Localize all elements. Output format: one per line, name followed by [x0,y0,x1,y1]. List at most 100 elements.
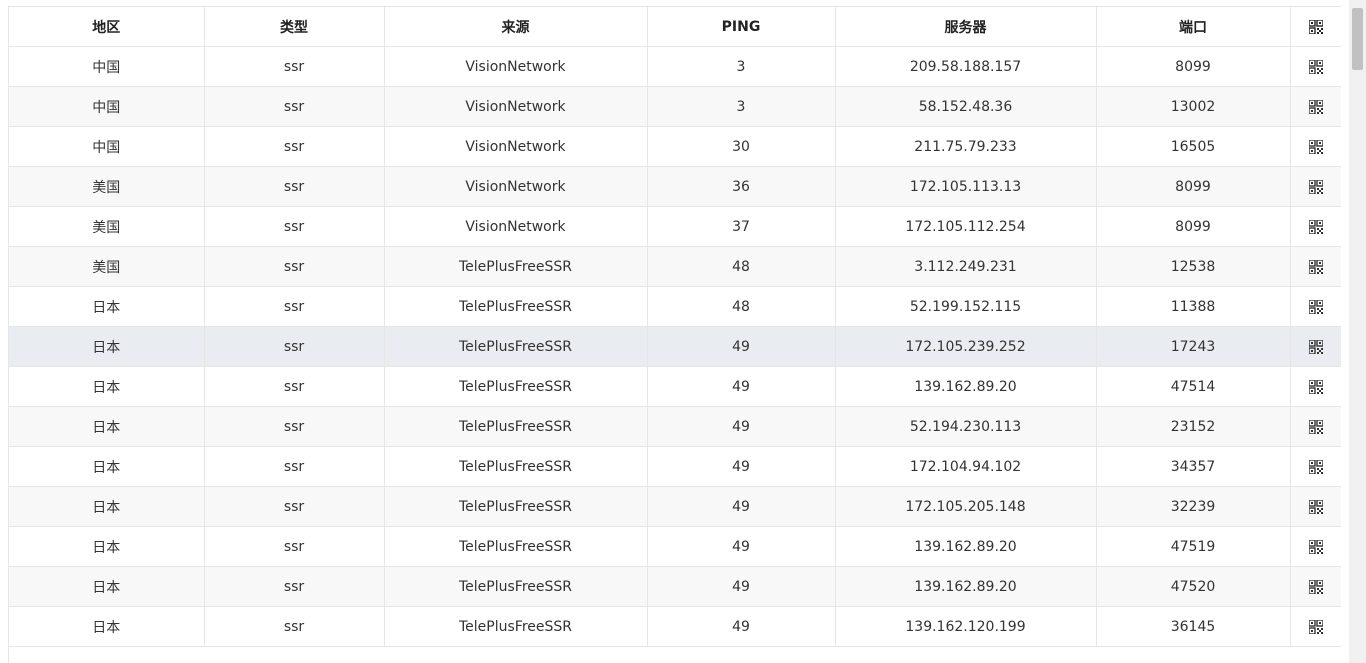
table-row[interactable]: 美国 ssr TelePlusFreeSSR 48 3.112.249.231 12538 [9,246,1341,287]
table-row[interactable]: 中国 ssr VisionNetwork 3 209.58.188.157 8099 [9,46,1341,87]
cell-port: 8099 [1096,46,1291,87]
qr-code-icon[interactable] [1308,339,1323,354]
cell-port: 13002 [1096,86,1291,127]
cell-region: 美国 [9,246,205,287]
cell-qr[interactable] [1290,606,1341,647]
cell-qr[interactable] [1290,526,1341,567]
qr-code-icon[interactable] [1308,379,1323,394]
qr-code-icon[interactable] [1308,59,1323,74]
cell-source: VisionNetwork [384,166,648,207]
column-header-source[interactable]: 来源 [384,7,648,47]
cell-ping: 49 [647,326,836,367]
scroll-down-arrow[interactable] [1349,655,1366,663]
cell-qr[interactable] [1290,366,1341,407]
column-header-ping[interactable]: PING [647,7,836,47]
qr-code-icon[interactable] [1308,259,1323,274]
cell-qr[interactable] [1290,446,1341,487]
table-row[interactable]: 美国 ssr VisionNetwork 37 172.105.112.254 8099 [9,206,1341,247]
cell-region: 日本 [9,286,205,327]
cell-type: ssr [204,86,385,127]
cell-ping: 49 [647,446,836,487]
cell-qr[interactable] [1290,566,1341,607]
column-header-port[interactable]: 端口 [1096,7,1291,47]
cell-source: VisionNetwork [384,86,648,127]
cell-type: ssr [204,166,385,207]
cell-source: TelePlusFreeSSR [384,246,648,287]
table-row[interactable]: 日本 ssr TelePlusFreeSSR 49 52.194.230.113 2315… [9,406,1341,447]
cell-qr[interactable] [1290,406,1341,447]
cell-ping: 3 [647,46,836,87]
table-row[interactable]: 日本 ssr TelePlusFreeSSR 49 172.105.205.148 322… [9,486,1341,527]
cell-qr[interactable] [1290,166,1341,207]
cell-source: TelePlusFreeSSR [384,526,648,567]
cell-qr[interactable] [1290,246,1341,287]
cell-port: 12538 [1096,246,1291,287]
cell-source: TelePlusFreeSSR [384,606,648,647]
cell-source: TelePlusFreeSSR [384,326,648,367]
scroll-up-arrow[interactable] [1349,0,1366,8]
cell-type: ssr [204,246,385,287]
qr-code-icon[interactable] [1308,579,1323,594]
table-row[interactable]: 日本 ssr TelePlusFreeSSR 49 139.162.89.20 47520 [9,566,1341,607]
cell-qr[interactable] [1290,46,1341,87]
cell-qr[interactable] [1290,326,1341,367]
cell-region: 日本 [9,406,205,447]
qr-code-icon[interactable] [1308,619,1323,634]
cell-qr[interactable] [1290,286,1341,327]
cell-region: 美国 [9,166,205,207]
qr-code-icon[interactable] [1308,499,1323,514]
cell-server: 58.152.48.36 [835,86,1097,127]
column-header-server[interactable]: 服务器 [835,7,1097,47]
cell-region: 日本 [9,606,205,647]
cell-port: 23152 [1096,406,1291,447]
table-row[interactable]: 日本 ssr TelePlusFreeSSR 49 139.162.89.20 47514 [9,366,1341,407]
cell-server: 209.58.188.157 [835,46,1097,87]
table-row[interactable]: 日本 ssr TelePlusFreeSSR 48 52.199.152.115 1138… [9,286,1341,327]
cell-port: 47520 [1096,566,1291,607]
cell-ping: 48 [647,246,836,287]
cell-region: 日本 [9,526,205,567]
qr-code-icon[interactable] [1308,219,1323,234]
scrollbar-thumb[interactable] [1352,8,1363,70]
cell-region: 中国 [9,126,205,167]
cell-port: 47514 [1096,366,1291,407]
column-header-type[interactable]: 类型 [204,7,385,47]
qr-code-icon[interactable] [1308,299,1323,314]
cell-server: 172.105.239.252 [835,326,1097,367]
cell-qr[interactable] [1290,486,1341,527]
cell-type: ssr [204,486,385,527]
cell-ping: 49 [647,366,836,407]
cell-qr[interactable] [1290,206,1341,247]
vertical-scrollbar[interactable] [1349,0,1366,663]
cell-region: 美国 [9,206,205,247]
table-row[interactable]: 日本 ssr TelePlusFreeSSR 49 139.162.120.199 361… [9,606,1341,647]
table-row[interactable]: 美国 ssr VisionNetwork 36 172.105.113.13 8099 [9,166,1341,207]
cell-source: TelePlusFreeSSR [384,286,648,327]
column-header-region[interactable]: 地区 [9,7,205,47]
qr-code-icon[interactable] [1308,459,1323,474]
qr-code-icon[interactable] [1308,179,1323,194]
table-header-row: 地区 类型 来源 PING 服务器 端口 [9,7,1341,47]
page: 地区 类型 来源 PING 服务器 端口 中国 ssr VisionNetwor… [0,0,1366,663]
cell-qr[interactable] [1290,126,1341,167]
cell-type: ssr [204,206,385,247]
table-row[interactable]: 中国 ssr VisionNetwork 3 58.152.48.36 13002 [9,86,1341,127]
table-row[interactable]: 日本 ssr TelePlusFreeSSR 49 172.105.239.252 172… [9,326,1341,367]
cell-ping: 49 [647,406,836,447]
qr-code-icon[interactable] [1308,139,1323,154]
qr-code-icon[interactable] [1308,19,1323,34]
table-row[interactable]: 中国 ssr VisionNetwork 30 211.75.79.233 16505 [9,126,1341,167]
cell-port: 8099 [1096,206,1291,247]
table-row[interactable]: 日本 ssr TelePlusFreeSSR 49 139.162.89.20 47519 [9,526,1341,567]
qr-code-icon[interactable] [1308,99,1323,114]
cell-qr[interactable] [1290,86,1341,127]
proxy-table-container: 地区 类型 来源 PING 服务器 端口 中国 ssr VisionNetwor… [8,6,1341,663]
cell-server: 139.162.89.20 [835,366,1097,407]
column-header-qr[interactable] [1290,7,1341,47]
table-row[interactable]: 日本 ssr TelePlusFreeSSR 49 172.104.94.102 3435… [9,446,1341,487]
cell-ping: 49 [647,606,836,647]
cell-port: 47519 [1096,526,1291,567]
qr-code-icon[interactable] [1308,419,1323,434]
qr-code-icon[interactable] [1308,539,1323,554]
cell-server: 139.162.89.20 [835,526,1097,567]
